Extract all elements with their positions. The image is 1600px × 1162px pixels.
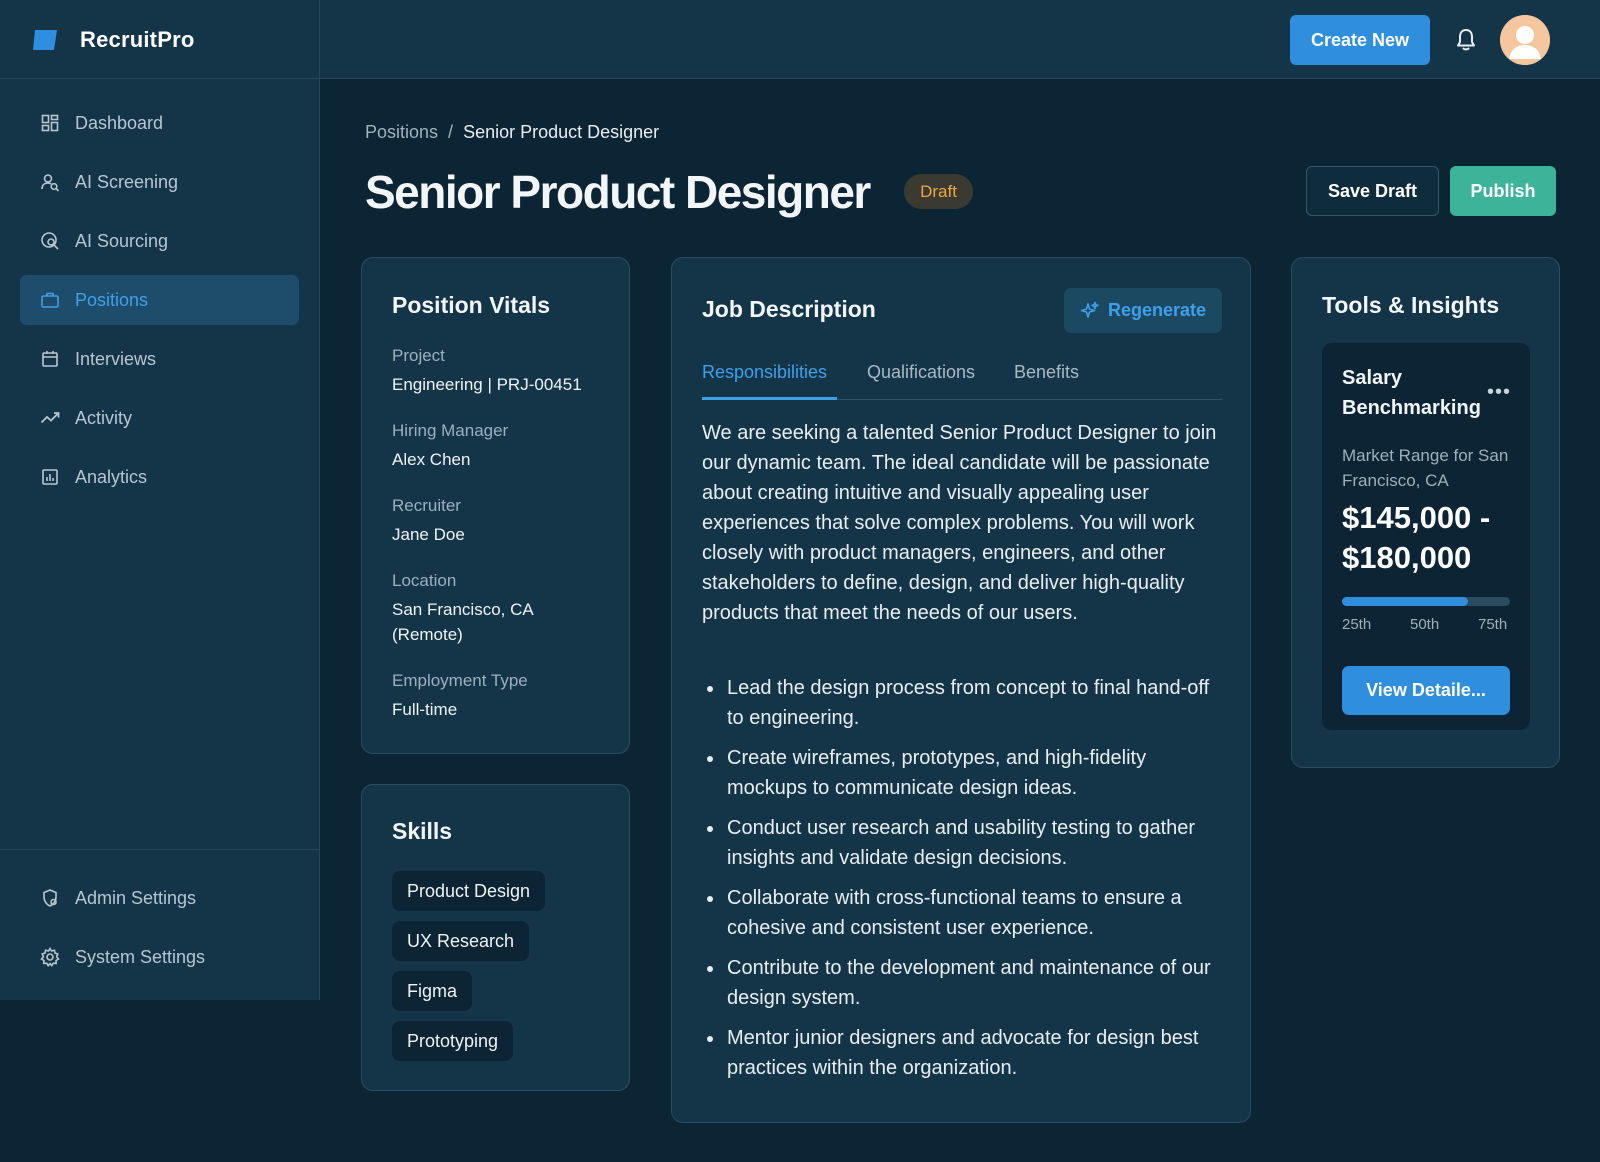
card-title: Skills (392, 818, 453, 844)
location-value: San Francisco, CA (Remote) (392, 600, 533, 644)
sidebar-item-label: Admin Settings (75, 887, 197, 908)
breadcrumb-current: Senior Product Designer (463, 122, 660, 142)
skill-chip: Prototyping (392, 1021, 514, 1061)
card-title: Job Description (702, 296, 876, 322)
sidebar-item-label: AI Screening (75, 171, 179, 192)
project-label: Project (392, 346, 445, 365)
dashboard-icon (41, 114, 59, 132)
tab-benefits[interactable]: Benefits (1014, 362, 1079, 400)
sidebar-item-analytics[interactable]: Analytics (20, 452, 299, 502)
list-item: Lead the design process from concept to … (702, 673, 1227, 733)
position-vitals-card: Position Vitals Project Engineering | PR… (361, 257, 630, 754)
percentile-50-label: 50th (1410, 616, 1440, 633)
activity-icon (40, 412, 60, 424)
save-draft-button[interactable]: Save Draft (1306, 166, 1439, 216)
sidebar-item-admin-settings[interactable]: Admin Settings (20, 873, 299, 923)
sidebar-item-system-settings[interactable]: System Settings (20, 932, 299, 982)
ai-sourcing-icon (41, 232, 59, 250)
market-range-label: Market Range for San Francisco, CA (1342, 446, 1509, 490)
hiring-manager-label: Hiring Manager (392, 421, 509, 440)
sidebar-item-ai-sourcing[interactable]: AI Sourcing (20, 216, 299, 266)
recruiter-value: Jane Doe (392, 525, 465, 544)
sidebar-item-label: Dashboard (75, 112, 164, 133)
notification-bell-icon[interactable] (1454, 27, 1478, 53)
logo-icon (33, 29, 57, 50)
list-item: Conduct user research and usability test… (702, 813, 1227, 873)
salary-range-value: $145,000 - $180,000 (1342, 500, 1491, 575)
hiring-manager-value: Alex Chen (392, 450, 471, 469)
list-item: Collaborate with cross-functional teams … (702, 883, 1227, 943)
status-badge: Draft (904, 174, 973, 209)
tab-responsibilities[interactable]: Responsibilities (702, 362, 837, 400)
recruiter-label: Recruiter (392, 496, 461, 515)
job-description-intro: We are seeking a talented Senior Product… (702, 422, 1217, 624)
skill-chip: Figma (392, 971, 473, 1011)
calendar-icon (42, 351, 58, 367)
list-item: Mentor junior designers and advocate for… (702, 1023, 1227, 1083)
salary-range-bar-fill (1342, 597, 1468, 606)
page-title: Senior Product Designer (365, 166, 871, 218)
list-item: Contribute to the development and mainte… (702, 953, 1227, 1013)
card-title: Tools & Insights (1322, 292, 1500, 318)
create-new-button[interactable]: Create New (1290, 15, 1430, 65)
card-title: Position Vitals (392, 292, 551, 318)
salary-benchmarking-title: Salary Benchmarking (1342, 367, 1481, 419)
sidebar-item-activity[interactable]: Activity (20, 393, 299, 443)
percentile-25-label: 25th (1342, 616, 1372, 633)
sidebar-item-label: Positions (75, 289, 149, 310)
admin-settings-icon (43, 889, 57, 907)
sidebar: Dashboard AI Screening AI Sourcing Posit… (0, 79, 320, 1000)
job-description-tabs: Responsibilities Qualifications Benefits (702, 362, 1222, 400)
employment-type-value: Full-time (392, 700, 458, 719)
breadcrumb-parent[interactable]: Positions (365, 122, 438, 143)
list-item: Create wireframes, prototypes, and high-… (702, 743, 1227, 803)
breadcrumb-separator: / (448, 122, 454, 142)
job-description-card: Job Description Regenerate Responsibilit… (671, 257, 1251, 1123)
skill-chip: Product Design (392, 871, 546, 911)
responsibilities-list: Lead the design process from concept to … (702, 673, 1227, 1093)
sidebar-divider (0, 849, 320, 850)
sparkle-icon (1080, 301, 1099, 318)
view-details-button[interactable]: View Detaile... (1342, 666, 1510, 715)
skills-card: Skills Product Design UX Research Figma … (361, 784, 630, 1091)
regenerate-button[interactable]: Regenerate (1064, 288, 1222, 333)
sidebar-item-positions[interactable]: Positions (20, 275, 299, 325)
sidebar-item-ai-screening[interactable]: AI Screening (20, 157, 299, 207)
sidebar-item-label: System Settings (75, 946, 206, 967)
employment-type-label: Employment Type (392, 671, 528, 690)
user-avatar[interactable] (1500, 15, 1550, 65)
brand[interactable]: RecruitPro (0, 0, 320, 79)
more-options-icon[interactable]: ••• (1487, 381, 1511, 404)
tab-qualifications[interactable]: Qualifications (867, 362, 975, 400)
regenerate-label: Regenerate (1107, 300, 1207, 320)
ai-screening-icon (41, 174, 60, 192)
analytics-icon (42, 469, 58, 485)
salary-benchmarking-panel: Salary Benchmarking ••• Market Range for… (1322, 343, 1530, 730)
app-name: RecruitPro (80, 26, 195, 52)
skill-chip: UX Research (392, 921, 530, 961)
sidebar-item-label: AI Sourcing (75, 230, 169, 251)
sidebar-item-label: Interviews (75, 348, 157, 369)
sidebar-item-label: Activity (75, 407, 133, 428)
sidebar-item-label: Analytics (75, 466, 148, 487)
percentile-75-label: 75th (1478, 616, 1508, 633)
publish-button[interactable]: Publish (1450, 166, 1556, 216)
location-label: Location (392, 571, 457, 590)
briefcase-icon (41, 292, 59, 308)
breadcrumb: Positions / Senior Product Designer (365, 122, 659, 143)
top-header: RecruitPro Create New (0, 0, 1600, 79)
project-value: Engineering | PRJ-00451 (392, 375, 582, 394)
gear-icon (40, 947, 60, 967)
salary-range-bar (1342, 597, 1510, 606)
tools-insights-card: Tools & Insights Salary Benchmarking •••… (1291, 257, 1560, 768)
sidebar-item-interviews[interactable]: Interviews (20, 334, 299, 384)
sidebar-item-dashboard[interactable]: Dashboard (20, 98, 299, 148)
user-avatar-icon (1500, 15, 1550, 65)
